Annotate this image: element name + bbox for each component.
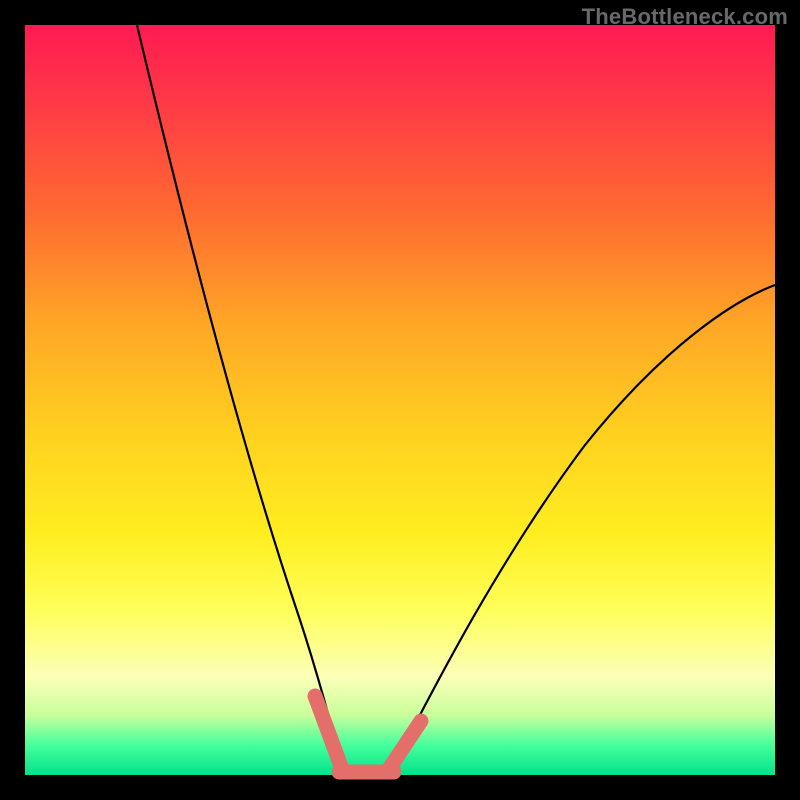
left-curve [137,25,342,765]
right-marker-segment [389,721,421,769]
left-marker-segment [315,696,342,769]
curve-overlay [25,25,775,775]
right-curve [393,285,775,767]
